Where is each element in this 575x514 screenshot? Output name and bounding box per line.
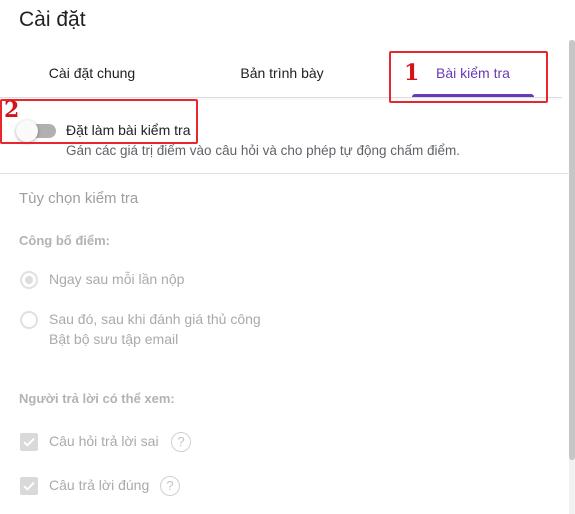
page-title: Cài đặt	[19, 8, 86, 31]
radio-later-manual-review-label: Sau đó, sau khi đánh giá thủ công	[49, 311, 261, 327]
tab-presentation[interactable]: Bản trình bày	[208, 52, 356, 96]
checkbox-correct-answers[interactable]	[20, 477, 38, 495]
radio-immediately[interactable]	[20, 271, 38, 289]
respondent-can-see-label: Người trả lời có thể xem:	[19, 391, 175, 406]
checkmark-icon	[23, 437, 35, 447]
checkbox-correct-answers-label: Câu trả lời đúng	[49, 477, 150, 493]
release-grade-label: Công bố điểm:	[19, 233, 110, 248]
checkmark-icon	[23, 481, 35, 491]
annotation-marker-2: 2	[4, 97, 20, 123]
help-icon[interactable]: ?	[160, 476, 180, 496]
scrollbar-thumb[interactable]	[569, 40, 575, 460]
tab-general[interactable]: Cài đặt chung	[18, 52, 166, 96]
checkbox-missed-questions-label: Câu hỏi trả lời sai	[49, 433, 159, 449]
make-quiz-description: Gán các giá trị điểm vào câu hỏi và cho …	[66, 143, 461, 158]
radio-immediately-label: Ngay sau mỗi lần nộp	[49, 271, 185, 287]
checkbox-missed-questions[interactable]	[20, 433, 38, 451]
radio-later-manual-review-sublabel: Bật bộ sưu tập email	[49, 331, 179, 347]
radio-later-manual-review[interactable]	[20, 311, 38, 329]
help-icon[interactable]: ?	[171, 432, 191, 452]
section-divider	[0, 173, 570, 174]
quiz-options-title: Tùy chọn kiểm tra	[19, 190, 139, 207]
annotation-box-make-quiz	[0, 99, 198, 144]
annotation-marker-1: 1	[404, 60, 420, 86]
